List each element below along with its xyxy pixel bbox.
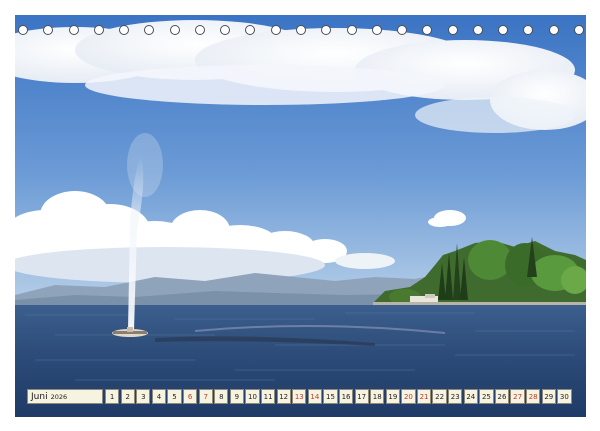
month-label-box: Juni 2026 [27,389,103,404]
day-number: 30 [559,392,569,401]
day-number: 9 [234,392,240,401]
day-number: 19 [388,392,398,401]
day-number: 18 [372,392,382,401]
lake-photo [15,15,586,417]
day-cell: 10 [245,389,260,404]
binding-hole [119,25,130,35]
binding-hole [245,25,256,35]
lake-scene [15,15,586,417]
day-cell: 22 [432,389,447,404]
day-cell: 1 [105,389,120,404]
binding-hole [220,25,231,35]
binding-hole [18,25,28,35]
day-number: 22 [435,392,445,401]
day-cell: 3 [136,389,151,404]
day-cell: 26 [494,389,510,404]
month-year: 2026 [50,392,68,401]
day-number: 6 [187,392,193,401]
day-number: 24 [466,392,476,401]
day-number: 11 [263,392,273,401]
day-number: 20 [403,392,413,401]
day-cell: 23 [448,389,463,404]
day-number: 14 [310,392,320,401]
fountain-mist [127,133,163,197]
day-number: 5 [172,392,177,401]
binding-hole [93,25,104,35]
day-cell: 27 [510,389,525,404]
day-number: 16 [341,392,351,401]
day-cell: 16 [338,389,354,404]
day-number: 7 [203,392,208,401]
day-cell: 29 [541,389,556,404]
day-number: 21 [419,392,429,401]
day-number: 23 [450,392,460,401]
month-name: Juni [31,391,48,402]
day-number: 4 [156,392,162,401]
binding-hole [574,25,584,35]
day-cell: 18 [370,389,385,404]
day-number: 8 [219,392,224,401]
day-number: 15 [326,392,335,401]
binding-hole [321,25,332,35]
binding-hole [194,25,205,35]
day-number: 3 [141,392,146,401]
binding-hole [447,25,458,35]
binding-hole [498,25,509,35]
day-number: 13 [294,392,304,401]
binding-hole [270,25,281,35]
day-number: 25 [481,392,491,401]
calendar-strip: Juni 2026 1 2 3 4 5 6 7 8 9 10 11 12 13 14 15 16 17 18 19 2… [27,389,573,404]
day-cell: 7 [198,389,213,404]
day-number: 10 [248,392,257,401]
binding-hole [169,25,180,35]
day-cell: 17 [354,389,369,404]
day-cell: 11 [260,389,276,404]
day-cell: 13 [292,389,307,404]
binding-hole [68,25,79,35]
binding-hole [548,25,559,35]
day-cell: 19 [385,389,400,404]
day-cell: 28 [526,389,541,404]
day-cell: 4 [151,389,167,404]
day-cell: 2 [120,389,135,404]
day-number: 1 [109,392,115,401]
day-number: 28 [528,392,538,401]
day-cell: 8 [214,389,229,404]
day-number: 17 [357,392,367,401]
day-cell: 5 [167,389,182,404]
day-cell: 15 [323,389,338,404]
day-number: 27 [513,392,523,401]
day-cell: 30 [557,389,572,404]
binding-hole [144,25,155,35]
binding-hole [43,25,54,35]
day-cell: 6 [182,389,198,404]
calendar-page: Juni 2026 1 2 3 4 5 6 7 8 9 10 11 12 13 14 15 16 17 18 19 2… [0,0,600,431]
day-cell: 20 [401,389,416,404]
day-number: 2 [125,392,130,401]
binding-hole [296,25,306,35]
day-number: 29 [544,392,554,401]
day-cell: 14 [307,389,323,404]
day-number: 26 [497,392,507,401]
binding-hole [346,25,357,35]
day-cell: 24 [463,389,478,404]
binding-hole [422,25,433,35]
day-cell: 21 [416,389,432,404]
day-cell: 12 [276,389,291,404]
binding-hole [397,25,408,35]
binding-hole [371,25,382,35]
binding-hole [472,25,483,35]
spiral-binding [18,25,584,39]
day-cell: 9 [229,389,245,404]
binding-hole [523,25,534,35]
day-number: 12 [279,392,289,401]
day-cells: 1 2 3 4 5 6 7 8 9 10 11 12 13 14 15 16 17 18 19 20 21 22 23 24 2… [105,389,573,404]
day-cell: 25 [479,389,494,404]
